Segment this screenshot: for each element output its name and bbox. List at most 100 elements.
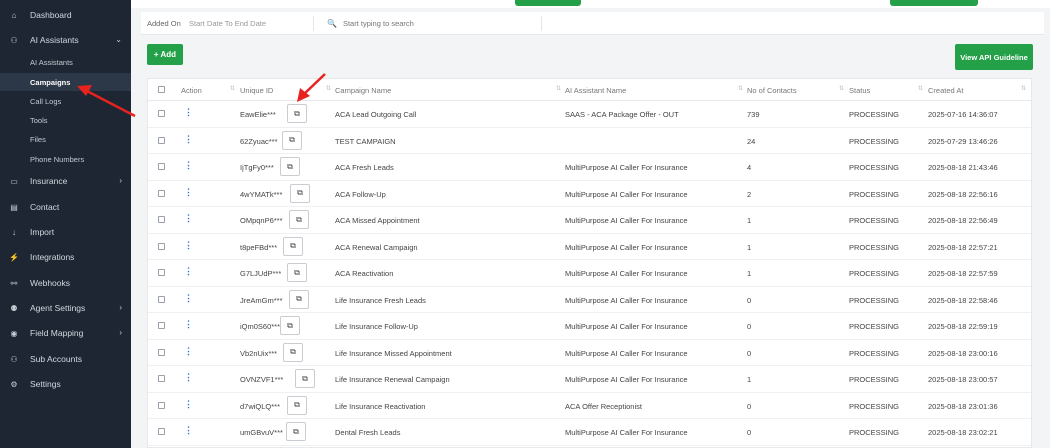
table-header: Action ⇅ Unique ID ⇅ Campaign Name ⇅ AI … bbox=[148, 79, 1031, 101]
status-cell: PROCESSING bbox=[849, 189, 900, 199]
header-button[interactable] bbox=[515, 0, 581, 6]
col-no-of-contacts[interactable]: No of Contacts bbox=[747, 86, 797, 95]
col-ai-assistant-name[interactable]: AI Assistant Name bbox=[565, 86, 626, 95]
row-actions-icon[interactable]: ⋮ bbox=[184, 214, 193, 223]
row-actions-icon[interactable]: ⋮ bbox=[184, 426, 193, 435]
copy-id-button[interactable]: ⧉ bbox=[280, 316, 300, 335]
row-checkbox[interactable] bbox=[158, 163, 165, 170]
row-checkbox[interactable] bbox=[158, 375, 165, 382]
nav-insurance[interactable]: ▭ Insurance › bbox=[0, 171, 131, 191]
date-range-picker[interactable]: Start Date To End Date bbox=[189, 19, 266, 28]
row-checkbox[interactable] bbox=[158, 401, 165, 409]
copy-icon: ⧉ bbox=[287, 161, 293, 171]
copy-id-button[interactable]: ⧉ bbox=[287, 104, 307, 123]
row-actions-icon[interactable]: ⋮ bbox=[184, 373, 193, 382]
copy-id-button[interactable]: ⧉ bbox=[295, 369, 315, 388]
copy-id-button[interactable]: ⧉ bbox=[287, 395, 307, 415]
header-button[interactable] bbox=[890, 0, 978, 6]
created-at-cell: 2025-07-29 13:46:26 bbox=[928, 136, 998, 146]
subnav-phone-numbers[interactable]: Phone Numbers bbox=[0, 150, 131, 168]
sort-icon[interactable]: ⇅ bbox=[738, 85, 743, 92]
row-checkbox[interactable] bbox=[158, 189, 165, 197]
sort-icon[interactable]: ⇅ bbox=[839, 85, 844, 92]
copy-id-button[interactable]: ⧉ bbox=[287, 263, 307, 282]
created-at-cell: 2025-07-16 14:36:07 bbox=[928, 110, 998, 119]
col-status[interactable]: Status bbox=[849, 86, 870, 95]
nav-ai-assistants[interactable]: ⚇ AI Assistants ⌄ bbox=[0, 30, 131, 50]
nav-agent-settings[interactable]: ⚉ Agent Settings › bbox=[0, 298, 131, 318]
row-actions-icon[interactable]: ⋮ bbox=[184, 267, 193, 276]
nav-sub-accounts[interactable]: ⚇ Sub Accounts bbox=[0, 349, 131, 369]
nav-dashboard[interactable]: ⌂ Dashboard bbox=[0, 5, 131, 25]
row-actions-icon[interactable]: ⋮ bbox=[184, 399, 193, 409]
row-checkbox[interactable] bbox=[158, 242, 165, 250]
nav-webhooks[interactable]: ⚯ Webhooks bbox=[0, 273, 131, 293]
table-row: ⋮ G7LJUdP*** ⧉ ACA Reactivation MultiPurpose… bbox=[148, 260, 1031, 287]
copy-id-button[interactable]: ⧉ bbox=[282, 130, 302, 150]
campaign-name-cell: Life Insurance Fresh Leads bbox=[335, 295, 426, 305]
col-unique-id[interactable]: Unique ID bbox=[240, 86, 273, 95]
copy-id-button[interactable]: ⧉ bbox=[289, 289, 309, 309]
view-api-guideline-button[interactable]: View API Guideline bbox=[955, 44, 1033, 70]
row-actions-icon[interactable]: ⋮ bbox=[184, 240, 193, 250]
row-checkbox[interactable] bbox=[158, 295, 165, 303]
unique-id-cell: EawElie*** bbox=[240, 110, 276, 119]
assistant-name-cell: MultiPurpose AI Caller For Insurance bbox=[565, 189, 688, 199]
col-created-at[interactable]: Created At bbox=[928, 86, 963, 95]
nav-settings[interactable]: ⚙ Settings bbox=[0, 374, 131, 394]
row-checkbox[interactable] bbox=[158, 216, 165, 223]
add-button[interactable]: + Add bbox=[147, 44, 183, 65]
row-actions-icon[interactable]: ⋮ bbox=[184, 320, 193, 329]
copy-id-button[interactable]: ⧉ bbox=[283, 236, 303, 256]
row-actions-icon[interactable]: ⋮ bbox=[184, 134, 193, 144]
subnav-call-logs[interactable]: Call Logs bbox=[0, 92, 131, 110]
subnav-ai-assistants[interactable]: AI Assistants bbox=[0, 53, 131, 71]
row-checkbox[interactable] bbox=[158, 348, 165, 356]
copy-id-button[interactable]: ⧉ bbox=[290, 183, 310, 203]
copy-icon: ⧉ bbox=[290, 241, 296, 250]
search-input[interactable] bbox=[342, 18, 453, 28]
copy-id-button[interactable]: ⧉ bbox=[280, 157, 300, 176]
col-campaign-name[interactable]: Campaign Name bbox=[335, 86, 391, 95]
row-actions-icon[interactable]: ⋮ bbox=[184, 108, 193, 117]
row-actions-icon[interactable]: ⋮ bbox=[184, 293, 193, 303]
unique-id-cell: JreAmGm*** bbox=[240, 295, 283, 305]
table-row: ⋮ EawElie*** ⧉ ACA Lead Outgoing Call SAAS -… bbox=[148, 101, 1031, 128]
sort-icon[interactable]: ⇅ bbox=[1021, 85, 1026, 92]
sort-icon[interactable]: ⇅ bbox=[326, 85, 331, 92]
row-actions-icon[interactable]: ⋮ bbox=[184, 161, 193, 170]
subnav-files[interactable]: Files bbox=[0, 130, 131, 148]
row-checkbox[interactable] bbox=[158, 428, 165, 435]
sort-icon[interactable]: ⇅ bbox=[918, 85, 923, 92]
contacts-count-cell: 0 bbox=[747, 348, 752, 358]
select-all-checkbox[interactable] bbox=[158, 86, 165, 93]
sort-icon[interactable]: ⇅ bbox=[230, 85, 235, 92]
table-row: ⋮ d7wiQLQ*** ⧉ Life Insurance Reactivation A… bbox=[148, 393, 1031, 419]
nav-label: Field Mapping bbox=[30, 328, 84, 338]
subnav-campaigns[interactable]: Campaigns bbox=[0, 73, 131, 91]
nav-integrations[interactable]: ⚡ Integrations bbox=[0, 247, 131, 267]
webhook-icon: ⚯ bbox=[10, 278, 18, 288]
copy-icon: ⧉ bbox=[296, 214, 302, 224]
row-checkbox[interactable] bbox=[158, 136, 165, 144]
row-actions-icon[interactable]: ⋮ bbox=[184, 346, 193, 356]
nav-contact[interactable]: ▤ Contact bbox=[0, 197, 131, 217]
status-cell: PROCESSING bbox=[849, 163, 900, 172]
plug-icon: ⚡ bbox=[9, 252, 19, 262]
team-icon: ⚉ bbox=[10, 303, 18, 313]
table-row: ⋮ OMpqnP6*** ⧉ ACA Missed Appointment MultiP… bbox=[148, 207, 1031, 234]
row-checkbox[interactable] bbox=[158, 269, 165, 276]
contacts-count-cell: 0 bbox=[747, 401, 752, 411]
row-actions-icon[interactable]: ⋮ bbox=[184, 187, 193, 197]
row-checkbox[interactable] bbox=[158, 110, 165, 117]
copy-id-button[interactable]: ⧉ bbox=[286, 422, 306, 441]
copy-id-button[interactable]: ⧉ bbox=[289, 210, 309, 229]
subnav-tools[interactable]: Tools bbox=[0, 111, 131, 129]
sort-icon[interactable]: ⇅ bbox=[556, 85, 561, 92]
search-box[interactable]: 🔍 bbox=[321, 15, 456, 31]
copy-id-button[interactable]: ⧉ bbox=[283, 342, 303, 362]
status-cell: PROCESSING bbox=[849, 269, 900, 278]
nav-import[interactable]: ↓ Import bbox=[0, 222, 131, 242]
nav-field-mapping[interactable]: ◉ Field Mapping › bbox=[0, 323, 131, 343]
row-checkbox[interactable] bbox=[158, 322, 165, 329]
